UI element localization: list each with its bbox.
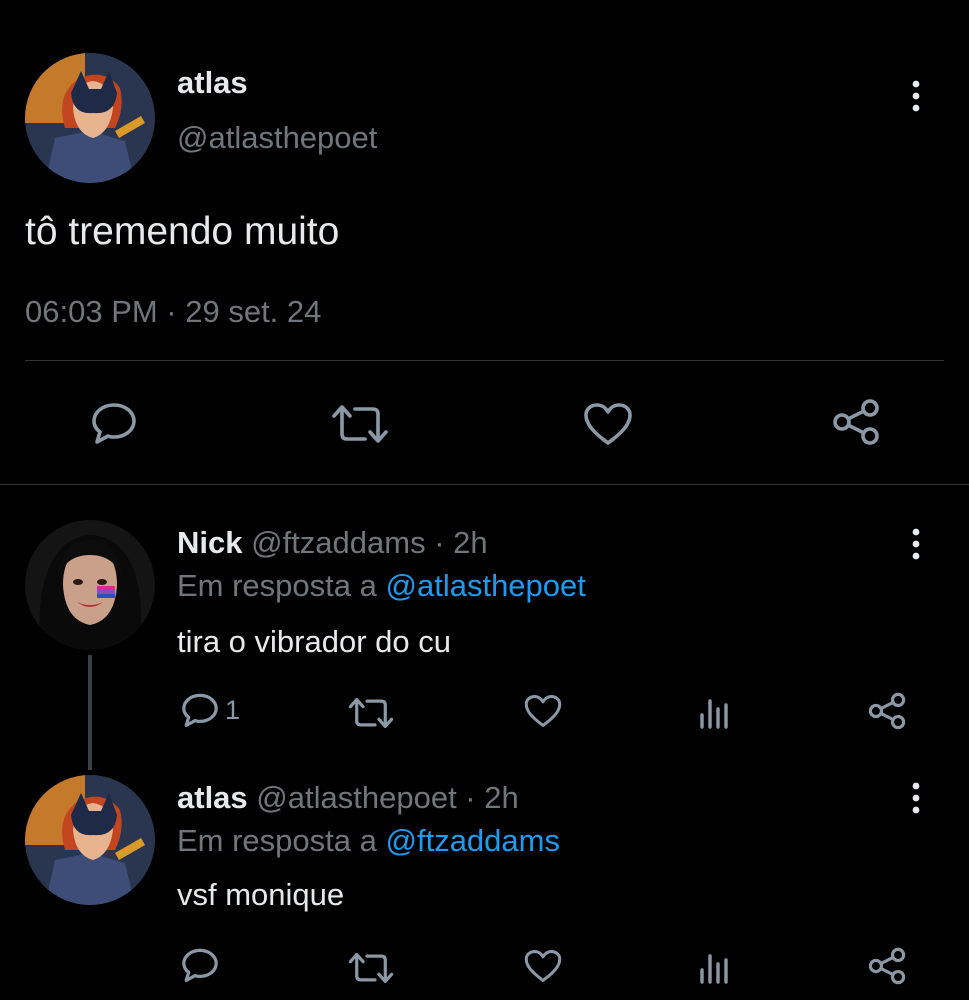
author-name[interactable]: atlas bbox=[177, 65, 248, 101]
retweet-icon bbox=[348, 697, 394, 729]
reply-icon bbox=[92, 403, 136, 444]
reply-context-label: Em resposta a bbox=[177, 568, 377, 603]
tweet-text: tira o vibrador do cu bbox=[177, 624, 451, 659]
like-button[interactable] bbox=[524, 694, 562, 728]
thread-divider bbox=[0, 484, 969, 485]
reply-icon bbox=[182, 693, 218, 727]
reply-count: 1 bbox=[225, 694, 241, 725]
retweet-button[interactable] bbox=[348, 697, 394, 729]
retweet-button[interactable] bbox=[348, 952, 394, 984]
author-name[interactable]: atlas bbox=[177, 780, 248, 815]
share-icon bbox=[868, 692, 906, 730]
retweet-icon bbox=[348, 952, 394, 984]
thread-line bbox=[88, 655, 92, 770]
reply-to-link[interactable]: @atlasthepoet bbox=[386, 568, 586, 603]
avatar[interactable] bbox=[25, 520, 155, 650]
share-button[interactable] bbox=[868, 947, 906, 985]
tweet-text: tô tremendo muito bbox=[25, 210, 340, 253]
share-button[interactable] bbox=[868, 692, 906, 730]
avatar[interactable] bbox=[25, 775, 155, 905]
like-icon bbox=[524, 695, 562, 727]
reply-context-label: Em resposta a bbox=[177, 823, 377, 858]
retweet-button[interactable] bbox=[331, 404, 389, 444]
like-icon bbox=[584, 403, 632, 445]
analytics-icon bbox=[700, 954, 728, 984]
author-meta[interactable]: @ftzaddams · 2h bbox=[251, 525, 488, 560]
share-icon bbox=[868, 947, 906, 985]
author-handle[interactable]: @atlasthepoet bbox=[177, 120, 377, 156]
author-name[interactable]: Nick bbox=[177, 525, 242, 560]
tweet-text: vsf monique bbox=[177, 877, 345, 912]
more-options-icon[interactable] bbox=[912, 782, 920, 814]
avatar[interactable] bbox=[25, 53, 155, 183]
analytics-button[interactable] bbox=[699, 695, 731, 729]
reply-button[interactable] bbox=[91, 402, 137, 444]
divider bbox=[25, 360, 944, 361]
like-button[interactable] bbox=[524, 949, 562, 983]
reply-button[interactable]: 1 bbox=[181, 693, 240, 727]
reply-button[interactable] bbox=[181, 948, 219, 982]
share-button[interactable] bbox=[832, 398, 880, 446]
analytics-button[interactable] bbox=[699, 950, 731, 984]
author-meta[interactable]: @atlasthepoet · 2h bbox=[256, 780, 518, 815]
like-button[interactable] bbox=[583, 402, 633, 446]
share-icon bbox=[833, 399, 879, 445]
analytics-icon bbox=[700, 699, 728, 729]
more-options-icon[interactable] bbox=[912, 528, 920, 560]
retweet-icon bbox=[332, 405, 388, 443]
reply-icon bbox=[182, 948, 218, 982]
reply-to-link[interactable]: @ftzaddams bbox=[386, 823, 560, 858]
more-options-icon[interactable] bbox=[912, 80, 920, 112]
tweet-timestamp[interactable]: 06:03 PM · 29 set. 24 bbox=[25, 294, 321, 330]
like-icon bbox=[524, 950, 562, 982]
